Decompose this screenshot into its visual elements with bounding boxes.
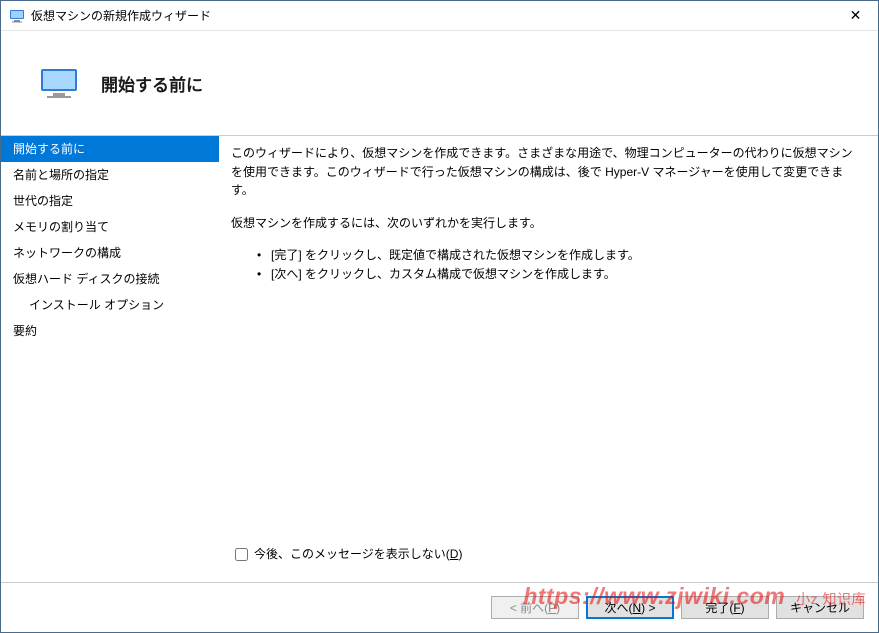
titlebar: 仮想マシンの新規作成ウィザード ✕ (1, 1, 878, 31)
sidebar-item-install-options[interactable]: インストール オプション (1, 292, 219, 318)
sidebar-item-summary[interactable]: 要約 (1, 318, 219, 344)
list-item: [完了] をクリックし、既定値で構成された仮想マシンを作成します。 (261, 246, 860, 265)
sidebar-item-network[interactable]: ネットワークの構成 (1, 240, 219, 266)
sidebar-item-label: 開始する前に (13, 142, 85, 156)
sidebar-item-label: メモリの割り当て (13, 220, 109, 234)
sidebar-item-memory[interactable]: メモリの割り当て (1, 214, 219, 240)
sidebar-item-label: 名前と場所の指定 (13, 168, 109, 182)
list-item: [次へ] をクリックし、カスタム構成で仮想マシンを作成します。 (261, 265, 860, 284)
spacer (231, 284, 860, 535)
wizard-content: このウィザードにより、仮想マシンを作成できます。さまざまな用途で、物理コンピュー… (219, 136, 878, 582)
sidebar-item-label: インストール オプション (29, 298, 164, 312)
finish-button[interactable]: 完了(F) (681, 596, 769, 619)
options-list: [完了] をクリックし、既定値で構成された仮想マシンを作成します。 [次へ] を… (231, 246, 860, 283)
app-icon (9, 8, 25, 24)
next-button[interactable]: 次へ(N) > (586, 596, 674, 619)
dont-show-checkbox[interactable] (235, 548, 248, 561)
sidebar-item-before-start[interactable]: 開始する前に (1, 136, 219, 162)
intro-paragraph-1: このウィザードにより、仮想マシンを作成できます。さまざまな用途で、物理コンピュー… (231, 144, 860, 200)
wizard-window: 仮想マシンの新規作成ウィザード ✕ 開始する前に 開始する前に 名前と場所の指定 (0, 0, 879, 633)
dont-show-again-row: 今後、このメッセージを表示しない(D) (231, 545, 860, 564)
sidebar-item-name-location[interactable]: 名前と場所の指定 (1, 162, 219, 188)
close-button[interactable]: ✕ (833, 1, 878, 31)
wizard-header: 開始する前に (1, 31, 878, 136)
cancel-button[interactable]: キャンセル (776, 596, 864, 619)
previous-button: < 前へ(P) (491, 596, 579, 619)
page-title: 開始する前に (101, 71, 203, 96)
sidebar-item-label: 仮想ハード ディスクの接続 (13, 272, 160, 286)
wizard-steps-sidebar: 開始する前に 名前と場所の指定 世代の指定 メモリの割り当て ネットワークの構成… (1, 136, 219, 582)
sidebar-item-label: ネットワークの構成 (13, 246, 121, 260)
sidebar-item-label: 要約 (13, 324, 37, 338)
sidebar-item-virtual-disk[interactable]: 仮想ハード ディスクの接続 (1, 266, 219, 292)
button-row: < 前へ(P) 次へ(N) > 完了(F) キャンセル (1, 582, 878, 632)
dont-show-label[interactable]: 今後、このメッセージを表示しない(D) (254, 545, 462, 564)
header-icon (39, 63, 79, 103)
sidebar-item-generation[interactable]: 世代の指定 (1, 188, 219, 214)
wizard-body: 開始する前に 名前と場所の指定 世代の指定 メモリの割り当て ネットワークの構成… (1, 136, 878, 582)
intro-paragraph-2: 仮想マシンを作成するには、次のいずれかを実行します。 (231, 214, 860, 233)
close-icon: ✕ (850, 7, 862, 24)
window-title: 仮想マシンの新規作成ウィザード (31, 7, 833, 24)
sidebar-item-label: 世代の指定 (13, 194, 73, 208)
